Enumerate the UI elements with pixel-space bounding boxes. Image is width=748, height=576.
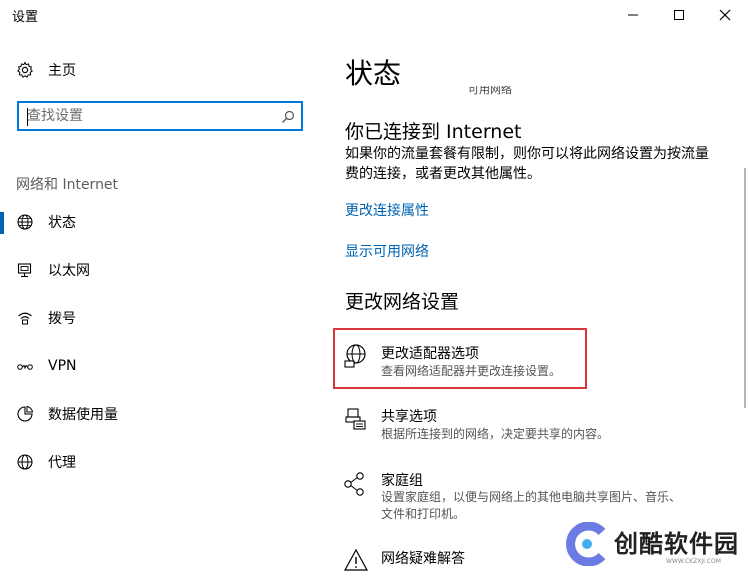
connected-heading: 你已连接到 Internet bbox=[345, 121, 522, 143]
watermark-logo-icon bbox=[566, 521, 608, 570]
change-connection-properties-link[interactable]: 更改连接属性 bbox=[345, 200, 429, 220]
connected-description-line2: 费的连接，或者更改其他属性。 bbox=[345, 166, 541, 182]
option-title: 共享选项 bbox=[381, 409, 437, 425]
watermark-text: 创酷软件园 bbox=[614, 530, 739, 558]
option-title: 网络疑难解答 bbox=[381, 551, 465, 567]
sidebar-item-ethernet[interactable]: 以太网 bbox=[0, 250, 330, 290]
option-homegroup[interactable]: 家庭组 设置家庭组，以便与网络上的其他电脑共享图片、音乐、 文件和打印机。 bbox=[340, 467, 720, 527]
change-network-settings-heading: 更改网络设置 bbox=[345, 291, 460, 313]
close-button[interactable] bbox=[702, 0, 748, 30]
search-box[interactable] bbox=[17, 101, 303, 131]
option-description-line2: 文件和打印机。 bbox=[381, 507, 466, 521]
sidebar-section-title: 网络和 Internet bbox=[16, 177, 119, 193]
option-sharing[interactable]: 共享选项 根据所连接到的网络，决定要共享的内容。 bbox=[340, 403, 720, 445]
sidebar-item-label: 数据使用量 bbox=[48, 407, 118, 423]
sidebar-item-dialup[interactable]: 拨号 bbox=[0, 298, 330, 338]
highlight-box bbox=[333, 328, 587, 389]
option-title: 家庭组 bbox=[381, 473, 423, 489]
search-icon[interactable] bbox=[281, 109, 295, 128]
text-caret bbox=[27, 108, 28, 126]
search-input[interactable] bbox=[27, 106, 267, 126]
sidebar-item-label: 拨号 bbox=[48, 311, 76, 327]
dialup-icon bbox=[16, 309, 34, 327]
sidebar-item-proxy[interactable]: 代理 bbox=[0, 442, 330, 482]
option-description: 根据所连接到的网络，决定要共享的内容。 bbox=[381, 427, 610, 441]
warning-icon bbox=[343, 548, 369, 576]
sidebar-item-status[interactable]: 状态 bbox=[0, 202, 330, 242]
show-available-networks-link[interactable]: 显示可用网络 bbox=[345, 241, 429, 261]
sidebar-item-label: VPN bbox=[48, 358, 77, 374]
maximize-button[interactable] bbox=[656, 0, 702, 30]
window-title: 设置 bbox=[12, 10, 39, 25]
ethernet-icon bbox=[16, 261, 34, 279]
option-description-line1: 设置家庭组，以便与网络上的其他电脑共享图片、音乐、 bbox=[381, 490, 682, 504]
data-usage-icon bbox=[16, 405, 34, 423]
sharing-icon bbox=[343, 406, 369, 436]
sidebar-item-label: 代理 bbox=[48, 455, 76, 471]
sidebar-item-label: 状态 bbox=[48, 215, 76, 231]
scrollbar[interactable] bbox=[744, 168, 746, 408]
page-title: 状态 bbox=[345, 57, 402, 90]
vpn-icon bbox=[16, 357, 34, 375]
maximize-icon bbox=[674, 10, 684, 20]
homegroup-icon bbox=[343, 471, 369, 501]
active-indicator bbox=[0, 212, 4, 234]
globe-icon bbox=[16, 213, 34, 231]
watermark-url: WWW.CKZXJI.COM bbox=[666, 558, 721, 565]
sidebar-item-label: 以太网 bbox=[48, 263, 90, 279]
watermark: 创酷软件园 WWW.CKZXJI.COM bbox=[560, 520, 748, 570]
sidebar-item-vpn[interactable]: VPN bbox=[0, 346, 330, 386]
minimize-button[interactable] bbox=[610, 0, 656, 30]
sidebar-home[interactable]: 主页 bbox=[0, 50, 330, 90]
close-icon bbox=[719, 9, 731, 21]
sidebar-item-data-usage[interactable]: 数据使用量 bbox=[0, 394, 330, 434]
proxy-globe-icon bbox=[16, 453, 34, 471]
minimize-icon bbox=[628, 14, 638, 16]
option-troubleshoot[interactable]: 网络疑难解答 bbox=[340, 546, 580, 571]
sidebar-home-label: 主页 bbox=[48, 63, 76, 79]
clipped-text: 可用网络 bbox=[468, 86, 512, 96]
gear-icon bbox=[16, 61, 34, 79]
